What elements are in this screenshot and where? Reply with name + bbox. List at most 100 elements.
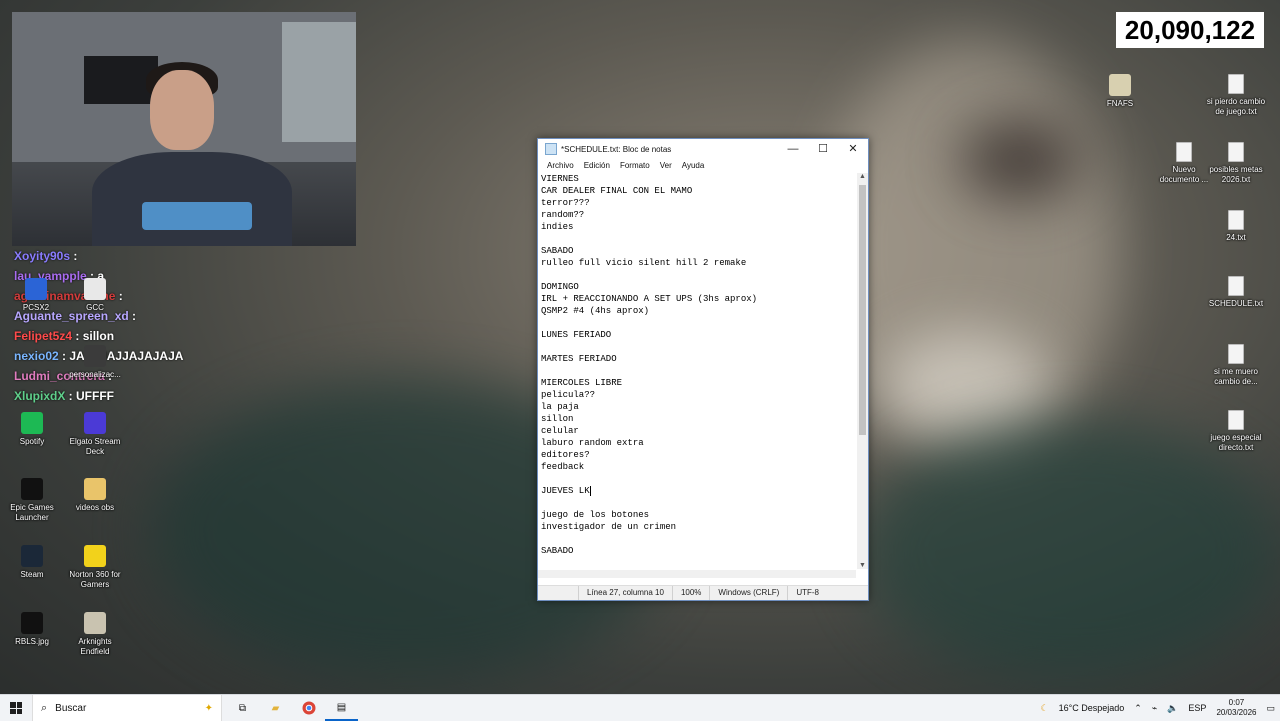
text-line — [541, 473, 856, 485]
desktop-icon[interactable]: GCC — [63, 278, 127, 313]
menu-edicion[interactable]: Edición — [579, 159, 615, 173]
desktop-icon[interactable]: SCHEDULE.txt — [1204, 276, 1268, 309]
vertical-scrollbar[interactable]: ▲ ▼ — [857, 173, 868, 569]
text-line — [541, 269, 856, 281]
menu-ver[interactable]: Ver — [655, 159, 677, 173]
file-explorer-icon[interactable]: ▰ — [259, 695, 292, 721]
desktop-icon-label: personalizac... — [69, 370, 121, 379]
gcc-icon — [84, 278, 106, 300]
clock-time: 0:07 — [1228, 698, 1245, 707]
desktop-icon[interactable]: juego especial directo.txt — [1204, 410, 1268, 453]
text-line-content: indies — [541, 222, 574, 232]
text-line-content: feedback — [541, 462, 585, 472]
notifications-icon[interactable]: ▭ — [1261, 703, 1280, 714]
desktop-icon[interactable]: 24.txt — [1204, 210, 1268, 243]
chat-username: Felipet5z4 — [14, 329, 73, 343]
volume-icon[interactable]: 🔈 — [1162, 703, 1183, 714]
epic-games-icon — [21, 478, 43, 500]
taskbar-search[interactable]: ⌕ Buscar ✦ — [32, 695, 222, 721]
notepad-taskbar-icon[interactable]: ▤ — [325, 695, 358, 721]
text-line-content: sillon — [541, 414, 574, 424]
desktop-icon-label: si pierdo cambio de juego.txt — [1206, 97, 1266, 116]
desktop-icon-label: Norton 360 for Gamers — [69, 570, 121, 589]
menu-archivo[interactable]: Archivo — [542, 159, 579, 173]
horizontal-scrollbar[interactable] — [538, 570, 856, 578]
menu-ayuda[interactable]: Ayuda — [677, 159, 710, 173]
scrollbar-thumb[interactable] — [859, 185, 866, 435]
folder-icon — [84, 478, 106, 500]
scroll-down-arrow-icon[interactable]: ▼ — [857, 562, 868, 569]
text-line-content: SABADO — [541, 246, 574, 256]
text-line: SABADO — [541, 545, 856, 557]
text-line: feedback — [541, 461, 856, 473]
maximize-button[interactable]: ☐ — [808, 139, 838, 159]
chat-message: XlupixdX : UFFFF — [14, 389, 115, 403]
desktop-icon[interactable]: PCSX2 — [4, 278, 68, 313]
desktop-icon[interactable]: Elgato Stream Deck — [63, 412, 127, 457]
text-line-content: rulleo full vicio silent hill 2 remake — [541, 258, 747, 268]
chrome-icon[interactable] — [292, 695, 325, 721]
desktop-icon[interactable]: Norton 360 for Gamers — [63, 545, 127, 590]
desktop-icon[interactable]: Arknights Endfield — [63, 612, 127, 657]
desktop-icon-label: Elgato Stream Deck — [69, 437, 121, 456]
text-line: rulleo full vicio silent hill 2 remake — [541, 257, 856, 269]
text-line-content: celular — [541, 426, 579, 436]
chat-username: XlupixdX — [14, 389, 66, 403]
text-line-content: IRL + REACCIONANDO A SET UPS (3hs aprox) — [541, 294, 758, 304]
chat-username: nexio02 — [14, 349, 59, 363]
desktop-icon-label: si me muero cambio de... — [1213, 367, 1258, 386]
desktop-icon-label: Spotify — [19, 437, 45, 446]
notepad-statusbar: Línea 27, columna 10 100% Windows (CRLF)… — [538, 585, 868, 600]
scroll-up-arrow-icon[interactable]: ▲ — [857, 173, 868, 180]
desktop-icon[interactable]: personalizac... — [63, 345, 127, 380]
menu-formato[interactable]: Formato — [615, 159, 655, 173]
spotify-icon — [21, 412, 43, 434]
desktop-icon[interactable]: Steam — [0, 545, 64, 580]
steam-icon — [21, 545, 43, 567]
text-line: MARTES FERIADO — [541, 353, 856, 365]
desktop-icon[interactable]: si pierdo cambio de juego.txt — [1204, 74, 1268, 117]
minimize-button[interactable]: — — [778, 139, 808, 159]
text-file-icon — [1228, 142, 1244, 162]
notepad-titlebar[interactable]: *SCHEDULE.txt: Bloc de notas — ☐ ✕ — [538, 139, 868, 159]
text-line-content: MIERCOLES LIBRE — [541, 378, 623, 388]
notepad-text-area[interactable]: VIERNES CAR DEALER FINAL CON EL MAMO terro… — [538, 173, 856, 587]
notepad-window[interactable]: *SCHEDULE.txt: Bloc de notas — ☐ ✕ Archi… — [537, 138, 869, 601]
task-view-icon[interactable]: ⧉ — [226, 695, 259, 721]
notepad-title: *SCHEDULE.txt: Bloc de notas — [561, 144, 672, 154]
text-line: CAR DEALER FINAL CON EL MAMO — [541, 185, 856, 197]
network-icon[interactable]: ⌁ — [1147, 703, 1162, 714]
language-indicator[interactable]: ESP — [1183, 703, 1211, 713]
text-line: VIERNES — [541, 173, 856, 185]
pcsx2-icon — [25, 278, 47, 300]
text-line: editores? — [541, 449, 856, 461]
desktop-icon-label: SCHEDULE.txt — [1208, 299, 1264, 308]
text-line-content: LUNES FERIADO — [541, 330, 612, 340]
clock[interactable]: 0:07 20/03/2026 — [1211, 698, 1261, 718]
desktop-icon[interactable]: FNAFS — [1088, 74, 1152, 109]
text-line-content: VIERNES — [541, 174, 579, 184]
close-button[interactable]: ✕ — [838, 139, 868, 159]
desktop-icon[interactable]: si me muero cambio de... — [1204, 344, 1268, 387]
desktop-icon-label: juego especial directo.txt — [1210, 433, 1262, 452]
text-line-content: QSMP2 #4 (4hs aprox) — [541, 306, 650, 316]
desktop-icon[interactable]: RBLS.jpg — [0, 612, 64, 647]
windows-logo-icon — [10, 702, 22, 714]
text-file-icon — [1176, 142, 1192, 162]
notepad-app-icon — [545, 143, 557, 155]
notepad-menubar: Archivo Edición Formato Ver Ayuda — [538, 159, 868, 173]
tray-chevron-icon[interactable]: ⌃ — [1129, 703, 1147, 714]
text-caret — [589, 485, 591, 496]
desktop-icon-label: GCC — [86, 303, 104, 312]
desktop-icon[interactable]: posibles metas 2026.txt — [1204, 142, 1268, 185]
desktop-icon[interactable]: videos obs — [63, 478, 127, 513]
norton-icon — [84, 545, 106, 567]
text-line: random?? — [541, 209, 856, 221]
desktop-icon[interactable]: Epic Games Launcher — [0, 478, 64, 523]
personalize-icon — [84, 345, 106, 367]
start-button[interactable] — [0, 695, 32, 721]
text-line: terror??? — [541, 197, 856, 209]
weather-text[interactable]: 16°C Despejado — [1054, 703, 1130, 713]
desktop-icon[interactable]: Spotify — [0, 412, 64, 447]
text-line-content: terror??? — [541, 198, 590, 208]
